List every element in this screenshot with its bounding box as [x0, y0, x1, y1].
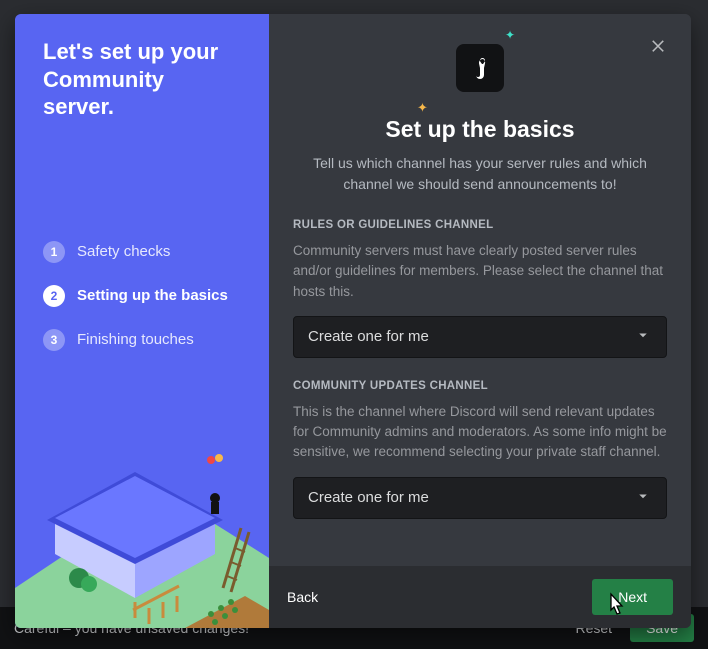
wrench-icon	[468, 56, 492, 80]
chevron-down-icon	[634, 326, 652, 348]
section-label: RULES OR GUIDELINES CHANNEL	[293, 219, 667, 231]
section-description: Community servers must have clearly post…	[293, 241, 667, 302]
step-list: 1 Safety checks 2 Setting up the basics …	[43, 241, 241, 373]
rules-channel-select[interactable]: Create one for me	[293, 316, 667, 358]
rules-channel-section: RULES OR GUIDELINES CHANNEL Community se…	[269, 219, 691, 358]
wizard-sidebar: Let's set up your Community server. 1 Sa…	[15, 14, 269, 628]
step-label: Safety checks	[77, 243, 170, 260]
community-illustration	[15, 428, 269, 628]
step-safety-checks[interactable]: 1 Safety checks	[43, 241, 241, 263]
step-number: 2	[43, 285, 65, 307]
main-subtitle: Tell us which channel has your server ru…	[300, 153, 660, 195]
wizard-main: ✦ ✦ Set up the basics Tell us which chan…	[269, 14, 691, 628]
community-setup-modal: Let's set up your Community server. 1 Sa…	[15, 14, 691, 628]
step-number: 3	[43, 329, 65, 351]
step-label: Setting up the basics	[77, 287, 228, 304]
chevron-down-icon	[634, 487, 652, 509]
sparkle-icon: ✦	[505, 28, 515, 42]
step-label: Finishing touches	[77, 331, 194, 348]
updates-channel-section: COMMUNITY UPDATES CHANNEL This is the ch…	[269, 380, 691, 519]
sparkle-icon: ✦	[417, 100, 428, 116]
section-description: This is the channel where Discord will s…	[293, 402, 667, 463]
section-label: COMMUNITY UPDATES CHANNEL	[293, 380, 667, 392]
select-value: Create one for me	[308, 328, 429, 345]
step-setting-up-basics[interactable]: 2 Setting up the basics	[43, 285, 241, 307]
hero: ✦ ✦ Set up the basics Tell us which chan…	[269, 14, 691, 219]
main-title: Set up the basics	[385, 116, 574, 143]
step-number: 1	[43, 241, 65, 263]
step-finishing-touches[interactable]: 3 Finishing touches	[43, 329, 241, 351]
updates-channel-select[interactable]: Create one for me	[293, 477, 667, 519]
wrench-badge	[456, 44, 504, 92]
next-button[interactable]: Next	[592, 579, 673, 615]
sidebar-title: Let's set up your Community server.	[43, 38, 241, 121]
back-button[interactable]: Back	[287, 589, 318, 605]
wizard-footer: Back Next	[269, 566, 691, 628]
select-value: Create one for me	[308, 489, 429, 506]
